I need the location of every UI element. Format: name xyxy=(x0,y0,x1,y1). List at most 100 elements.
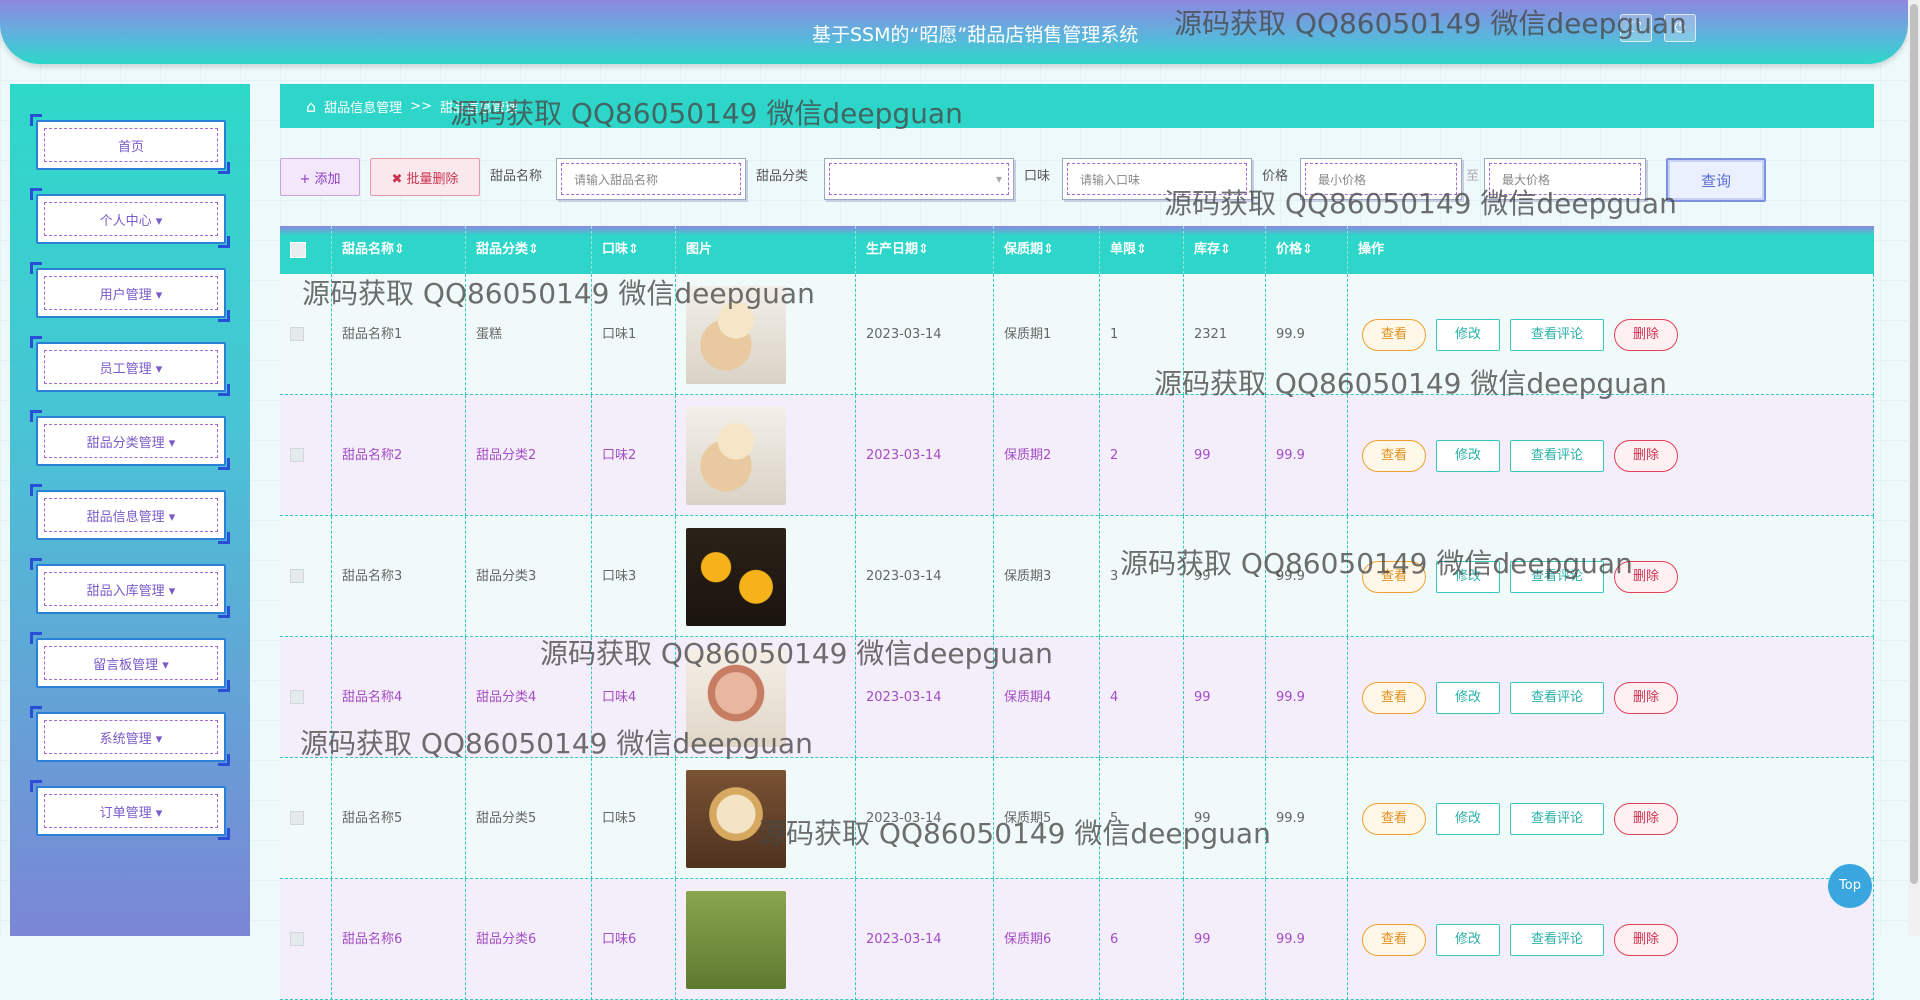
header-price[interactable]: 价格⇕ xyxy=(1266,226,1348,274)
header-shelf-life[interactable]: 保质期⇕ xyxy=(994,226,1100,274)
delete-button[interactable]: 删除 xyxy=(1614,682,1678,714)
cell-limit: 2 xyxy=(1100,395,1184,516)
table-row: 甜品名称6 甜品分类6 口味6 2023-03-14 保质期6 6 99 99.9 查看 修改 查看… xyxy=(280,879,1874,1000)
header-category[interactable]: 甜品分类⇕ xyxy=(466,226,592,274)
cell-image xyxy=(676,879,856,1000)
app-title: 基于SSM的“昭愿”甜品店销售管理系统 xyxy=(812,24,1139,46)
cell-taste: 口味5 xyxy=(592,758,676,879)
cell-taste: 口味3 xyxy=(592,516,676,637)
view-button[interactable]: 查看 xyxy=(1362,319,1426,351)
row-checkbox[interactable] xyxy=(290,690,304,704)
watermark-text: 源码获取 QQ86050149 微信deepguan xyxy=(758,817,1271,850)
cell-image xyxy=(676,516,856,637)
view-comments-button[interactable]: 查看评论 xyxy=(1510,319,1604,351)
category-select[interactable]: ▾ xyxy=(824,158,1014,200)
sidebar-item-label: 首页 xyxy=(44,128,218,162)
edit-button[interactable]: 修改 xyxy=(1436,682,1500,714)
cell-name: 甜品名称5 xyxy=(332,758,466,879)
view-button[interactable]: 查看 xyxy=(1362,440,1426,472)
watermark-text: 源码获取 QQ86050149 微信deepguan xyxy=(1154,367,1667,400)
edit-button[interactable]: 修改 xyxy=(1436,803,1500,835)
sidebar-item-3[interactable]: 员工管理 ▾ xyxy=(30,336,230,396)
sidebar-item-label: 留言板管理 ▾ xyxy=(44,646,218,680)
cell-date: 2023-03-14 xyxy=(856,879,994,1000)
breadcrumb-root[interactable]: 甜品信息管理 xyxy=(324,97,402,116)
row-checkbox[interactable] xyxy=(290,811,304,825)
cell-shelf: 保质期6 xyxy=(994,879,1100,1000)
dessert-image[interactable] xyxy=(686,407,786,505)
sidebar-item-7[interactable]: 留言板管理 ▾ xyxy=(30,632,230,692)
cell-name: 甜品名称3 xyxy=(332,516,466,637)
view-button[interactable]: 查看 xyxy=(1362,682,1426,714)
sidebar-item-label: 甜品信息管理 ▾ xyxy=(44,498,218,532)
name-input[interactable]: 请输入甜品名称 xyxy=(556,158,746,200)
dessert-image[interactable] xyxy=(686,528,786,626)
nav-frame: 个人中心 ▾ xyxy=(36,194,226,244)
page-scrollbar[interactable] xyxy=(1908,0,1920,936)
row-checkbox[interactable] xyxy=(290,448,304,462)
watermark-text: 源码获取 QQ86050149 微信deepguan xyxy=(302,277,815,310)
row-select-cell xyxy=(280,879,332,1000)
category-select-value: ▾ xyxy=(829,163,1009,195)
cell-name: 甜品名称6 xyxy=(332,879,466,1000)
view-comments-button[interactable]: 查看评论 xyxy=(1510,803,1604,835)
watermark-text: 源码获取 QQ86050149 微信deepguan xyxy=(1120,547,1633,580)
row-checkbox[interactable] xyxy=(290,327,304,341)
view-button[interactable]: 查看 xyxy=(1362,803,1426,835)
query-button[interactable]: 查询 xyxy=(1666,158,1766,202)
cell-shelf: 保质期1 xyxy=(994,274,1100,395)
header-limit[interactable]: 单限⇕ xyxy=(1100,226,1184,274)
dessert-image[interactable] xyxy=(686,891,786,989)
chevron-down-icon: ▾ xyxy=(995,172,1002,186)
header-taste[interactable]: 口味⇕ xyxy=(592,226,676,274)
select-all-cell xyxy=(280,226,332,274)
table-header: 甜品名称⇕ 甜品分类⇕ 口味⇕ 图片 生产日期⇕ 保质期⇕ 单限⇕ 库存⇕ 价格… xyxy=(280,226,1874,274)
view-comments-button[interactable]: 查看评论 xyxy=(1510,924,1604,956)
cell-actions: 查看 修改 查看评论 删除 xyxy=(1348,395,1874,516)
sidebar-item-label: 系统管理 ▾ xyxy=(44,720,218,754)
sidebar-item-4[interactable]: 甜品分类管理 ▾ xyxy=(30,410,230,470)
cell-image xyxy=(676,395,856,516)
sidebar-item-0[interactable]: 首页 xyxy=(30,114,230,174)
header-date[interactable]: 生产日期⇕ xyxy=(856,226,994,274)
sidebar-item-9[interactable]: 订单管理 ▾ xyxy=(30,780,230,840)
cell-actions: 查看 修改 查看评论 删除 xyxy=(1348,637,1874,758)
select-all-checkbox[interactable] xyxy=(290,242,306,258)
cell-category: 甜品分类6 xyxy=(466,879,592,1000)
view-comments-button[interactable]: 查看评论 xyxy=(1510,440,1604,472)
watermark-text: 源码获取 QQ86050149 微信deepguan xyxy=(300,727,813,760)
add-button[interactable]: + 添加 xyxy=(280,158,360,196)
header-stock[interactable]: 库存⇕ xyxy=(1184,226,1266,274)
delete-button[interactable]: 删除 xyxy=(1614,924,1678,956)
sidebar-item-label: 个人中心 ▾ xyxy=(44,202,218,236)
sidebar-item-label: 订单管理 ▾ xyxy=(44,794,218,828)
sidebar-item-5[interactable]: 甜品信息管理 ▾ xyxy=(30,484,230,544)
scrollbar-thumb[interactable] xyxy=(1910,4,1918,884)
row-checkbox[interactable] xyxy=(290,569,304,583)
sidebar-item-2[interactable]: 用户管理 ▾ xyxy=(30,262,230,322)
view-comments-button[interactable]: 查看评论 xyxy=(1510,682,1604,714)
sidebar-item-6[interactable]: 甜品入库管理 ▾ xyxy=(30,558,230,618)
header-name[interactable]: 甜品名称⇕ xyxy=(332,226,466,274)
batch-delete-button[interactable]: ✖ 批量删除 xyxy=(370,158,480,196)
edit-button[interactable]: 修改 xyxy=(1436,440,1500,472)
name-input-placeholder: 请输入甜品名称 xyxy=(561,163,741,195)
sidebar-item-1[interactable]: 个人中心 ▾ xyxy=(30,188,230,248)
cell-name: 甜品名称2 xyxy=(332,395,466,516)
delete-button[interactable]: 删除 xyxy=(1614,803,1678,835)
home-icon[interactable]: ⌂ xyxy=(306,97,316,116)
delete-button[interactable]: 删除 xyxy=(1614,440,1678,472)
table-row: 甜品名称2 甜品分类2 口味2 2023-03-14 保质期2 2 99 99.9 查看 修改 查看… xyxy=(280,395,1874,516)
edit-button[interactable]: 修改 xyxy=(1436,319,1500,351)
delete-button[interactable]: 删除 xyxy=(1614,319,1678,351)
back-to-top-button[interactable]: Top xyxy=(1828,864,1872,908)
edit-button[interactable]: 修改 xyxy=(1436,924,1500,956)
nav-frame: 系统管理 ▾ xyxy=(36,712,226,762)
sidebar: 首页个人中心 ▾ 用户管理 ▾ 员工管理 ▾ 甜品分类管理 ▾ 甜品信息管理 ▾ 甜品入库… xyxy=(10,84,250,936)
view-button[interactable]: 查看 xyxy=(1362,924,1426,956)
cell-date: 2023-03-14 xyxy=(856,395,994,516)
sidebar-item-8[interactable]: 系统管理 ▾ xyxy=(30,706,230,766)
row-checkbox[interactable] xyxy=(290,932,304,946)
taste-label: 口味 xyxy=(1024,169,1051,184)
cell-price: 99.9 xyxy=(1266,395,1348,516)
